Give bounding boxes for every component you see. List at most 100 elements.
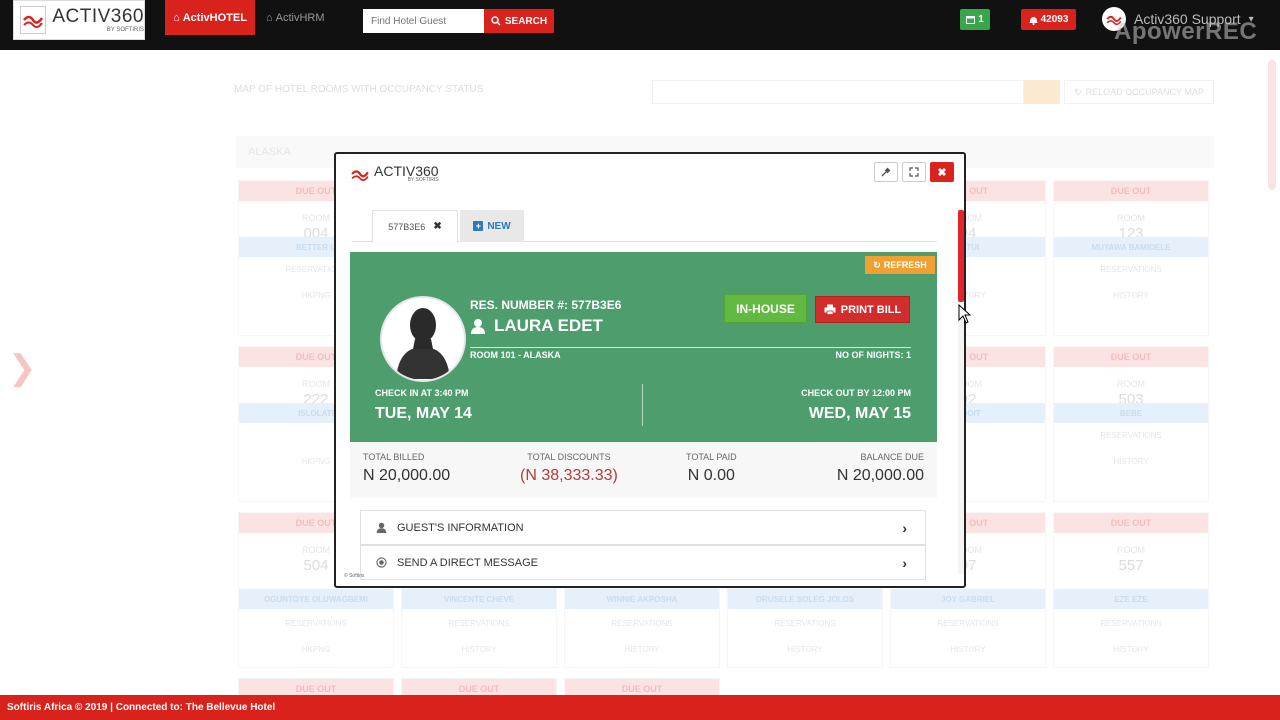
hkpng-link[interactable]: HKPNG [239, 645, 393, 654]
modal-logo-text: ACTIV360 [374, 163, 439, 179]
billing-totals: TOTAL BILLED N 20,000.00 TOTAL DISCOUNTS… [350, 442, 937, 498]
logo-subtext: BY SOFTIRIS [106, 27, 144, 33]
total-paid-label: TOTAL PAID [686, 452, 737, 462]
guest-avatar [380, 296, 466, 382]
pin-button[interactable] [874, 162, 898, 182]
chevron-right-icon: › [902, 519, 907, 536]
tab-reservation[interactable]: 577B3E6 ✖ [372, 210, 458, 243]
divider [470, 347, 911, 348]
reservations-link[interactable]: RESERVATIONS [239, 619, 393, 628]
nav-activhrm-label: ActivHRM [275, 11, 325, 24]
reservation-summary-panel: ↻ REFRESH RES. NUMBER #: 577B3E6 LAURA E… [350, 252, 937, 442]
room-card[interactable]: VINCENTE CHEVE RESERVATIONS HISTORY [401, 588, 557, 668]
chevron-left-icon[interactable]: ❯ [8, 348, 37, 388]
reload-occupancy-button[interactable]: ↻ RELOAD OCCUPANCY MAP [1064, 80, 1214, 104]
balance-due-value: N 20,000.00 [836, 467, 924, 484]
page-heading: MAP OF HOTEL ROOMS WITH OCCUPANCY STATUS [234, 84, 484, 95]
guest-search-input[interactable] [363, 9, 484, 33]
history-link[interactable]: HISTORY [728, 645, 882, 654]
in-house-button[interactable]: IN-HOUSE [724, 294, 807, 323]
reservation-tabs: 577B3E6 ✖ + NEW [352, 210, 937, 243]
room-filter-button[interactable] [1024, 80, 1060, 104]
room-card[interactable]: DUE OUT ROOM 503 BEBE RESERVATIONS HISTO… [1053, 346, 1209, 502]
room-info: ROOM 101 - ALASKA [470, 350, 561, 360]
total-paid: TOTAL PAID N 0.00 [686, 452, 737, 485]
tasks-badge[interactable]: 1 [960, 9, 990, 30]
checkout-date: WED, MAY 15 [808, 405, 911, 422]
history-link[interactable]: HISTORY [891, 645, 1045, 654]
refresh-label: REFRESH [883, 260, 927, 270]
modal-logo-subtext: BY SOFTIRIS [407, 177, 439, 183]
print-bill-label: PRINT BILL [840, 303, 902, 316]
logo-mark-icon [20, 6, 47, 34]
guest-information-section[interactable]: GUEST'S INFORMATION › [360, 510, 926, 545]
room-guest: ORUSELE SOLEG JOLOS [728, 589, 882, 609]
maximize-button[interactable] [902, 162, 926, 182]
guest-name: LAURA EDET [470, 316, 603, 336]
room-filter-input[interactable] [652, 80, 1024, 104]
printer-icon [824, 304, 836, 315]
refresh-button[interactable]: ↻ REFRESH [865, 256, 935, 274]
nav-activhrm[interactable]: ⌂ ActivHRM [266, 0, 325, 35]
room-guest: WINNIE AKPOSHA [565, 589, 719, 609]
checkin-date: TUE, MAY 14 [375, 405, 472, 422]
refresh-icon: ↻ [873, 259, 881, 270]
room-card[interactable]: DUE OUT ROOM 123 MUYAWA BAMIDELE RESERVA… [1053, 180, 1209, 336]
reservations-link[interactable]: RESERVATIONS [565, 619, 719, 628]
modal-logo: ACTIV360 BY SOFTIRIS [350, 164, 439, 183]
tab-new[interactable]: + NEW [460, 210, 524, 242]
history-link[interactable]: HISTORY [402, 645, 556, 654]
total-billed: TOTAL BILLED N 20,000.00 [363, 452, 450, 485]
room-guest: VINCENTE CHEVE [402, 589, 556, 609]
reservations-link[interactable]: RESERVATIONS [402, 619, 556, 628]
total-billed-value: N 20,000.00 [363, 467, 451, 484]
history-link[interactable]: HISTORY [565, 645, 719, 654]
reservations-link[interactable]: RESERVATIONS [1054, 619, 1208, 628]
reservations-link[interactable]: RESERVATIONS [1054, 431, 1208, 440]
history-link[interactable]: HISTORY [1054, 457, 1208, 466]
page-scrollbar[interactable] [1268, 60, 1276, 190]
room-card[interactable]: WINNIE AKPOSHA RESERVATIONS HISTORY [564, 588, 720, 668]
reservations-link[interactable]: RESERVATIONS [1054, 265, 1208, 274]
app-logo[interactable]: ACTIV360 BY SOFTIRIS [13, 0, 145, 40]
room-status: DUE OUT [1054, 347, 1208, 367]
balance-due-label: BALANCE DUE [860, 452, 924, 462]
room-guest: BEBE [1054, 403, 1208, 423]
room-guest: JOY GABRIEL [891, 589, 1045, 609]
close-tab-icon[interactable]: ✖ [433, 221, 441, 232]
modal-scrollbar-thumb[interactable] [958, 210, 964, 302]
history-link[interactable]: HISTORY [1054, 645, 1208, 654]
mouse-cursor-icon [958, 304, 972, 324]
recorder-watermark: ApowerREC [1114, 18, 1258, 45]
direct-message-section[interactable]: SEND A DIRECT MESSAGE › [360, 545, 926, 580]
nav-activhotel-label: ActivHOTEL [182, 11, 247, 24]
target-icon [375, 557, 387, 568]
reservations-link[interactable]: RESERVATIONS [728, 619, 882, 628]
calendar-icon [966, 16, 976, 24]
print-bill-button[interactable]: PRINT BILL [815, 296, 910, 323]
divider [642, 384, 643, 426]
room-number: 557 [1118, 557, 1144, 574]
total-discounts-label: TOTAL DISCOUNTS [527, 452, 611, 462]
balance-due: BALANCE DUE N 20,000.00 [837, 452, 924, 485]
tab-reservation-label: 577B3E6 [388, 221, 426, 232]
nav-activhotel[interactable]: ⌂ ActivHOTEL [165, 0, 255, 35]
close-button[interactable]: ✖ [930, 162, 954, 182]
notifications-count: 42093 [1040, 14, 1069, 25]
plus-icon: + [473, 221, 484, 231]
close-icon: ✖ [937, 166, 947, 179]
pin-icon [881, 167, 891, 177]
expand-icon [909, 167, 919, 177]
modal-copyright: © Softiris [344, 573, 365, 579]
home-icon: ⌂ [173, 11, 180, 24]
reservations-link[interactable]: RESERVATIONS [891, 619, 1045, 628]
notifications-badge[interactable]: 42093 [1021, 9, 1076, 30]
guest-name-text: LAURA EDET [494, 316, 603, 335]
checkin-time: CHECK IN AT 3:40 PM [375, 388, 469, 398]
search-button[interactable]: SEARCH [484, 9, 554, 33]
history-link[interactable]: HISTORY [1054, 291, 1208, 300]
home-icon: ⌂ [266, 11, 273, 24]
search-icon [491, 16, 501, 26]
room-card[interactable]: DUE OUT ROOM 557 EZE EZE RESERVATIONS HI… [1053, 512, 1209, 668]
room-card[interactable]: ORUSELE SOLEG JOLOS RESERVATIONS HISTORY [727, 588, 883, 668]
